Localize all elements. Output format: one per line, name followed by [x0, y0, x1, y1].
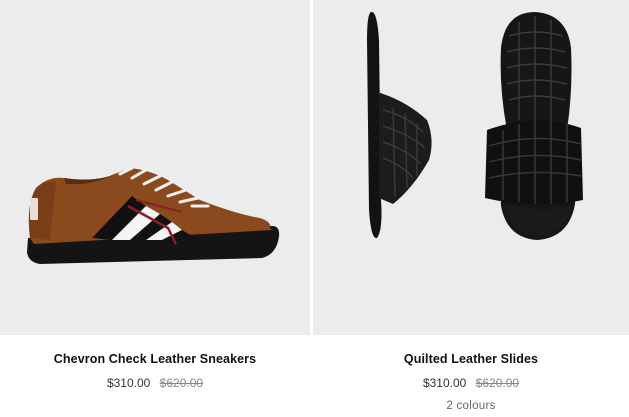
product-image-sneakers[interactable]: [0, 0, 310, 335]
slide-image: [367, 11, 583, 240]
sneaker-image: [27, 166, 280, 264]
product-card-slides[interactable]: Quilted Leather Slides $310.00 $620.00 2…: [313, 0, 629, 417]
price-row: $310.00 $620.00: [313, 376, 629, 390]
original-price: $620.00: [159, 376, 204, 390]
product-grid: Chevron Check Leather Sneakers $310.00 $…: [0, 0, 629, 417]
price-row: $310.00 $620.00: [0, 376, 310, 390]
colour-count[interactable]: 2 colours: [313, 400, 629, 412]
product-name[interactable]: Chevron Check Leather Sneakers: [0, 352, 310, 366]
product-card-sneakers[interactable]: Chevron Check Leather Sneakers $310.00 $…: [0, 0, 310, 417]
sale-price: $310.00: [106, 376, 151, 390]
product-name[interactable]: Quilted Leather Slides: [313, 352, 629, 366]
sale-price: $310.00: [422, 376, 467, 390]
original-price: $620.00: [475, 376, 520, 390]
product-image-slides[interactable]: [313, 0, 629, 335]
